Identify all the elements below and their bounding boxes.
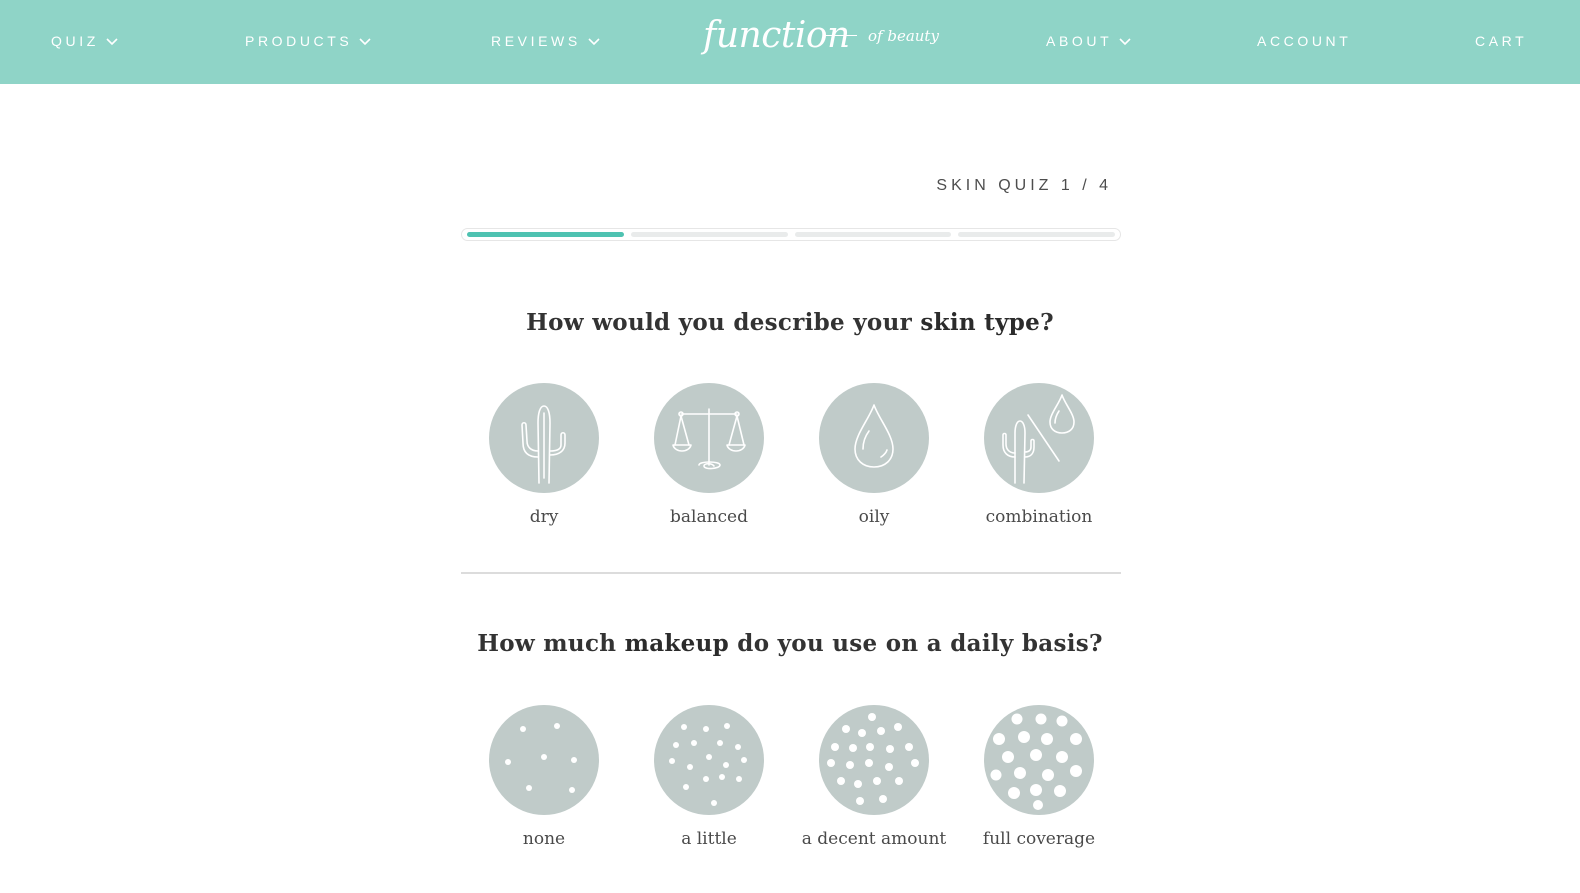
option-circle bbox=[489, 705, 599, 815]
option-circle bbox=[654, 383, 764, 493]
nav-about-menu[interactable]: ABOUT bbox=[1046, 33, 1132, 49]
option-label: oily bbox=[858, 507, 890, 527]
nav-cart-label: CART bbox=[1475, 33, 1528, 49]
option-circle bbox=[819, 705, 929, 815]
chevron-down-icon bbox=[1119, 38, 1131, 46]
sparse-dots-icon bbox=[505, 723, 577, 793]
logo-wordmark: function bbox=[703, 15, 850, 56]
brand-logo[interactable]: function of beauty bbox=[703, 14, 943, 70]
section-divider bbox=[461, 572, 1121, 574]
few-dots-icon bbox=[669, 723, 747, 806]
option-circle bbox=[984, 383, 1094, 493]
many-dots-icon bbox=[827, 713, 919, 805]
nav-about-label: ABOUT bbox=[1046, 33, 1113, 49]
question-text-suffix: ? bbox=[1040, 309, 1054, 336]
scales-icon bbox=[672, 408, 746, 470]
option-label: combination bbox=[985, 507, 1093, 527]
nav-products-menu[interactable]: PRODUCTS bbox=[245, 33, 372, 49]
quiz-progress-bar bbox=[461, 228, 1121, 241]
chevron-down-icon bbox=[106, 38, 118, 46]
question-text-emphasis: skin type bbox=[920, 309, 1041, 336]
nav-account-label: ACCOUNT bbox=[1257, 33, 1352, 49]
option-label: a little bbox=[681, 829, 737, 849]
question-skin-type: How would you describe your skin type? bbox=[0, 309, 1580, 336]
option-label: none bbox=[522, 829, 566, 849]
nav-cart-link[interactable]: CART bbox=[1475, 33, 1527, 49]
option-label: balanced bbox=[669, 507, 748, 527]
nav-products-label: PRODUCTS bbox=[245, 33, 353, 49]
quiz-step-indicator: SKIN QUIZ 1 / 4 bbox=[936, 177, 1112, 194]
progress-segment bbox=[467, 232, 624, 237]
droplet-icon bbox=[854, 404, 894, 468]
option-a-little[interactable]: a little bbox=[629, 705, 789, 849]
progress-segment bbox=[630, 232, 788, 237]
logo-rule bbox=[825, 35, 857, 36]
cactus-droplet-icon bbox=[1002, 394, 1075, 484]
option-circle bbox=[984, 705, 1094, 815]
option-circle bbox=[819, 383, 929, 493]
question-text-prefix: How would you describe your bbox=[526, 309, 921, 336]
option-none[interactable]: none bbox=[464, 705, 624, 849]
nav-quiz-label: QUIZ bbox=[51, 33, 99, 49]
progress-segment bbox=[958, 232, 1115, 237]
nav-reviews-label: REVIEWS bbox=[491, 33, 581, 49]
dense-dots-icon bbox=[990, 713, 1082, 810]
nav-account-link[interactable]: ACCOUNT bbox=[1257, 33, 1351, 49]
option-dry[interactable]: dry bbox=[464, 383, 624, 527]
logo-tagline: of beauty bbox=[868, 27, 939, 45]
option-label: full coverage bbox=[982, 829, 1096, 849]
progress-segment bbox=[794, 232, 952, 237]
option-full-coverage[interactable]: full coverage bbox=[959, 705, 1119, 849]
question-text-prefix: How much bbox=[477, 630, 625, 657]
top-navigation-bar: QUIZ PRODUCTS REVIEWS function of beauty… bbox=[0, 0, 1580, 84]
option-combination[interactable]: combination bbox=[959, 383, 1119, 527]
question-makeup: How much makeup do you use on a daily ba… bbox=[0, 630, 1580, 657]
option-label: dry bbox=[529, 507, 559, 527]
option-balanced[interactable]: balanced bbox=[629, 383, 789, 527]
nav-reviews-menu[interactable]: REVIEWS bbox=[491, 33, 601, 49]
question-text-suffix: do you use on a daily basis? bbox=[729, 630, 1103, 657]
option-circle bbox=[489, 383, 599, 493]
option-label: a decent amount bbox=[801, 829, 947, 849]
option-circle bbox=[654, 705, 764, 815]
chevron-down-icon bbox=[588, 38, 600, 46]
question-text-emphasis: makeup bbox=[624, 630, 729, 657]
nav-quiz-menu[interactable]: QUIZ bbox=[51, 33, 119, 49]
option-a-decent-amount[interactable]: a decent amount bbox=[794, 705, 954, 849]
chevron-down-icon bbox=[359, 38, 371, 46]
option-oily[interactable]: oily bbox=[794, 383, 954, 527]
cactus-icon bbox=[521, 405, 566, 484]
